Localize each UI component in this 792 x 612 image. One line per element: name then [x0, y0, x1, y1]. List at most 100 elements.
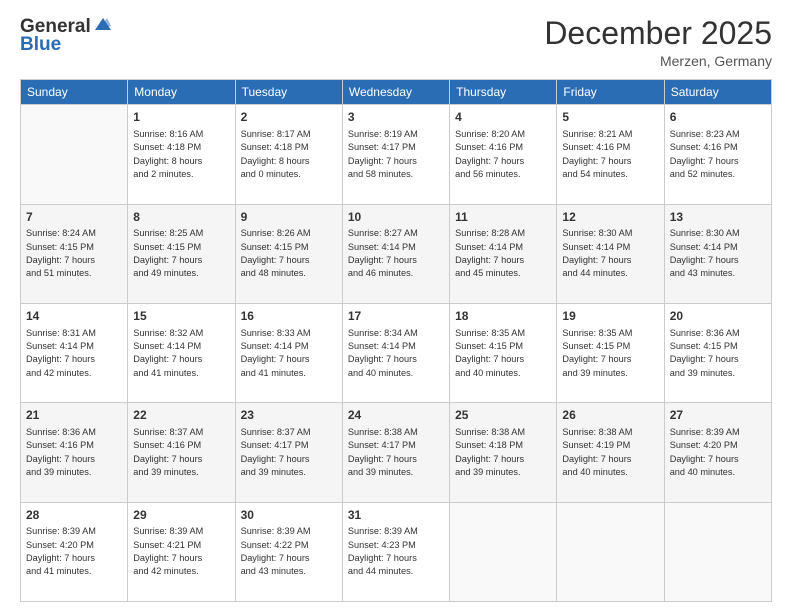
calendar-day-cell [664, 502, 771, 601]
col-monday: Monday [128, 80, 235, 105]
calendar-day-cell: 6 Sunrise: 8:23 AMSunset: 4:16 PMDaylight… [664, 105, 771, 204]
calendar-day-cell: 26 Sunrise: 8:38 AMSunset: 4:19 PMDayligh… [557, 403, 664, 502]
subtitle: Merzen, Germany [544, 53, 772, 69]
calendar-day-cell: 4 Sunrise: 8:20 AMSunset: 4:16 PMDaylight… [450, 105, 557, 204]
day-number: 19 [562, 308, 658, 325]
calendar-day-cell: 27 Sunrise: 8:39 AMSunset: 4:20 PMDayligh… [664, 403, 771, 502]
logo-icon [93, 16, 111, 34]
day-info: Sunrise: 8:35 AMSunset: 4:15 PMDaylight:… [455, 327, 551, 380]
day-info: Sunrise: 8:39 AMSunset: 4:22 PMDaylight:… [241, 525, 337, 578]
day-number: 31 [348, 507, 444, 524]
calendar-day-cell: 12Sunrise: 8:30 AMSunset: 4:14 PMDayligh… [557, 204, 664, 303]
day-info: Sunrise: 8:38 AMSunset: 4:17 PMDaylight:… [348, 426, 444, 479]
day-info: Sunrise: 8:16 AMSunset: 4:18 PMDaylight:… [133, 128, 229, 181]
day-number: 24 [348, 407, 444, 424]
calendar-day-cell: 20Sunrise: 8:36 AMSunset: 4:15 PMDayligh… [664, 303, 771, 402]
day-info: Sunrise: 8:32 AMSunset: 4:14 PMDaylight:… [133, 327, 229, 380]
day-info: Sunrise: 8:23 AMSunset: 4:16 PMDaylight:… [670, 128, 766, 181]
col-friday: Friday [557, 80, 664, 105]
day-number: 9 [241, 209, 337, 226]
calendar-week-row: 21Sunrise: 8:36 AMSunset: 4:16 PMDayligh… [21, 403, 772, 502]
day-number: 18 [455, 308, 551, 325]
day-number: 2 [241, 109, 337, 126]
calendar-day-cell: 14Sunrise: 8:31 AMSunset: 4:14 PMDayligh… [21, 303, 128, 402]
logo-blue: Blue [20, 34, 61, 56]
col-wednesday: Wednesday [342, 80, 449, 105]
day-number: 1 [133, 109, 229, 126]
day-info: Sunrise: 8:34 AMSunset: 4:14 PMDaylight:… [348, 327, 444, 380]
calendar-day-cell: 19 Sunrise: 8:35 AMSunset: 4:15 PMDayligh… [557, 303, 664, 402]
calendar-day-cell: 28Sunrise: 8:39 AMSunset: 4:20 PMDayligh… [21, 502, 128, 601]
calendar-day-cell: 7Sunrise: 8:24 AMSunset: 4:15 PMDaylight… [21, 204, 128, 303]
day-info: Sunrise: 8:39 AMSunset: 4:20 PMDaylight:… [670, 426, 766, 479]
calendar-body: 1 Sunrise: 8:16 AMSunset: 4:18 PMDaylight… [21, 105, 772, 602]
calendar-day-cell: 30Sunrise: 8:39 AMSunset: 4:22 PMDayligh… [235, 502, 342, 601]
day-number: 26 [562, 407, 658, 424]
day-number: 23 [241, 407, 337, 424]
day-info: Sunrise: 8:28 AMSunset: 4:14 PMDaylight:… [455, 227, 551, 280]
col-saturday: Saturday [664, 80, 771, 105]
day-number: 28 [26, 507, 122, 524]
day-info: Sunrise: 8:39 AMSunset: 4:21 PMDaylight:… [133, 525, 229, 578]
calendar-table: Sunday Monday Tuesday Wednesday Thursday… [20, 79, 772, 602]
day-info: Sunrise: 8:38 AMSunset: 4:18 PMDaylight:… [455, 426, 551, 479]
calendar-day-cell: 21Sunrise: 8:36 AMSunset: 4:16 PMDayligh… [21, 403, 128, 502]
calendar-day-cell [21, 105, 128, 204]
day-number: 11 [455, 209, 551, 226]
calendar-week-row: 1 Sunrise: 8:16 AMSunset: 4:18 PMDaylight… [21, 105, 772, 204]
calendar-day-cell: 1 Sunrise: 8:16 AMSunset: 4:18 PMDaylight… [128, 105, 235, 204]
day-info: Sunrise: 8:27 AMSunset: 4:14 PMDaylight:… [348, 227, 444, 280]
day-info: Sunrise: 8:26 AMSunset: 4:15 PMDaylight:… [241, 227, 337, 280]
day-info: Sunrise: 8:30 AMSunset: 4:14 PMDaylight:… [670, 227, 766, 280]
calendar-day-cell: 15Sunrise: 8:32 AMSunset: 4:14 PMDayligh… [128, 303, 235, 402]
day-number: 30 [241, 507, 337, 524]
day-number: 29 [133, 507, 229, 524]
day-number: 27 [670, 407, 766, 424]
logo: General Blue [20, 16, 111, 56]
calendar-day-cell: 22 Sunrise: 8:37 AMSunset: 4:16 PMDayligh… [128, 403, 235, 502]
title-block: December 2025 Merzen, Germany [544, 16, 772, 69]
calendar-day-cell [557, 502, 664, 601]
day-number: 12 [562, 209, 658, 226]
day-info: Sunrise: 8:38 AMSunset: 4:19 PMDaylight:… [562, 426, 658, 479]
header: General Blue December 2025 Merzen, Germa… [20, 16, 772, 69]
col-thursday: Thursday [450, 80, 557, 105]
header-row: Sunday Monday Tuesday Wednesday Thursday… [21, 80, 772, 105]
calendar-day-cell: 11Sunrise: 8:28 AMSunset: 4:14 PMDayligh… [450, 204, 557, 303]
day-info: Sunrise: 8:35 AMSunset: 4:15 PMDaylight:… [562, 327, 658, 380]
calendar-day-cell: 31Sunrise: 8:39 AMSunset: 4:23 PMDayligh… [342, 502, 449, 601]
day-info: Sunrise: 8:20 AMSunset: 4:16 PMDaylight:… [455, 128, 551, 181]
day-info: Sunrise: 8:36 AMSunset: 4:16 PMDaylight:… [26, 426, 122, 479]
day-number: 10 [348, 209, 444, 226]
calendar-day-cell: 13Sunrise: 8:30 AMSunset: 4:14 PMDayligh… [664, 204, 771, 303]
calendar-header: Sunday Monday Tuesday Wednesday Thursday… [21, 80, 772, 105]
calendar-day-cell: 8Sunrise: 8:25 AMSunset: 4:15 PMDaylight… [128, 204, 235, 303]
day-info: Sunrise: 8:17 AMSunset: 4:18 PMDaylight:… [241, 128, 337, 181]
day-number: 3 [348, 109, 444, 126]
day-number: 22 [133, 407, 229, 424]
day-number: 8 [133, 209, 229, 226]
day-number: 5 [562, 109, 658, 126]
calendar-day-cell: 10Sunrise: 8:27 AMSunset: 4:14 PMDayligh… [342, 204, 449, 303]
calendar-day-cell: 2 Sunrise: 8:17 AMSunset: 4:18 PMDaylight… [235, 105, 342, 204]
day-info: Sunrise: 8:24 AMSunset: 4:15 PMDaylight:… [26, 227, 122, 280]
day-number: 6 [670, 109, 766, 126]
day-number: 17 [348, 308, 444, 325]
day-info: Sunrise: 8:25 AMSunset: 4:15 PMDaylight:… [133, 227, 229, 280]
calendar-day-cell: 17 Sunrise: 8:34 AMSunset: 4:14 PMDayligh… [342, 303, 449, 402]
day-info: Sunrise: 8:30 AMSunset: 4:14 PMDaylight:… [562, 227, 658, 280]
day-number: 4 [455, 109, 551, 126]
calendar-day-cell: 24 Sunrise: 8:38 AMSunset: 4:17 PMDayligh… [342, 403, 449, 502]
day-info: Sunrise: 8:19 AMSunset: 4:17 PMDaylight:… [348, 128, 444, 181]
calendar-day-cell: 23Sunrise: 8:37 AMSunset: 4:17 PMDayligh… [235, 403, 342, 502]
day-info: Sunrise: 8:39 AMSunset: 4:23 PMDaylight:… [348, 525, 444, 578]
calendar-day-cell [450, 502, 557, 601]
day-info: Sunrise: 8:39 AMSunset: 4:20 PMDaylight:… [26, 525, 122, 578]
calendar-day-cell: 16Sunrise: 8:33 AMSunset: 4:14 PMDayligh… [235, 303, 342, 402]
day-info: Sunrise: 8:37 AMSunset: 4:16 PMDaylight:… [133, 426, 229, 479]
calendar-week-row: 28Sunrise: 8:39 AMSunset: 4:20 PMDayligh… [21, 502, 772, 601]
calendar-day-cell: 5Sunrise: 8:21 AMSunset: 4:16 PMDaylight… [557, 105, 664, 204]
day-number: 16 [241, 308, 337, 325]
day-number: 25 [455, 407, 551, 424]
day-number: 14 [26, 308, 122, 325]
